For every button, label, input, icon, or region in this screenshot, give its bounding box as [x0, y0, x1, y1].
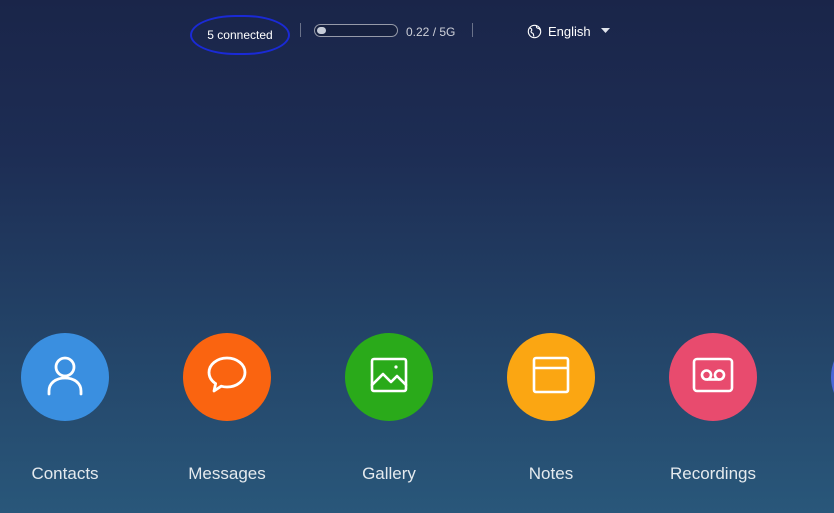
chat-bubble-icon — [206, 355, 248, 400]
app-icon-circle — [669, 333, 757, 421]
divider — [300, 23, 301, 37]
app-contacts[interactable]: Contacts — [0, 332, 130, 492]
note-icon — [531, 355, 571, 400]
app-icon-circle — [345, 333, 433, 421]
app-label: Gallery — [362, 464, 416, 483]
app-messages[interactable]: Messages — [162, 332, 292, 492]
app-label: Messages — [188, 464, 266, 483]
storage-progress-bar — [314, 24, 398, 37]
app-icon-circle — [21, 333, 109, 421]
connected-devices-button[interactable]: 5 connected — [190, 15, 290, 55]
storage-usage-text: 0.22 / 5G — [406, 25, 456, 39]
app-label: Notes — [528, 464, 574, 483]
app-label: Recordings — [670, 464, 756, 483]
app-launcher: Contacts Messages Gallery Notes Recordin… — [0, 332, 834, 513]
globe-icon — [527, 24, 542, 39]
language-selector[interactable]: English — [527, 21, 610, 41]
app-recordings[interactable]: Recordings — [648, 332, 778, 492]
app-partial[interactable] — [810, 332, 834, 492]
app-label: Contacts — [31, 464, 99, 483]
divider — [472, 23, 473, 37]
cassette-icon — [691, 356, 735, 399]
image-icon — [369, 356, 409, 399]
caret-down-icon — [600, 28, 610, 34]
storage-progress-fill — [317, 27, 326, 34]
app-icon-circle — [507, 333, 595, 421]
person-icon — [46, 354, 84, 401]
language-label: English — [548, 23, 591, 39]
connected-devices-label: 5 connected — [207, 28, 273, 42]
top-bar: 5 connected 0.22 / 5G English — [0, 0, 834, 62]
app-gallery[interactable]: Gallery — [324, 332, 454, 492]
app-icon-circle — [183, 333, 271, 421]
app-notes[interactable]: Notes — [486, 332, 616, 492]
